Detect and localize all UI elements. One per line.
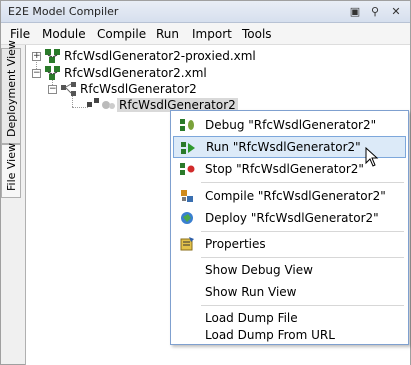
pin-icon[interactable]: ⚲ [368, 5, 382, 19]
menu-item-label: Debug "RfcWsdlGenerator2" [205, 118, 377, 132]
deployment-file-icon [45, 66, 60, 80]
title-bar: E2E Model Compiler ▣ ⚲ ✕ [1, 1, 410, 23]
deploy-icon [181, 212, 193, 224]
tab-file-view[interactable]: File View [1, 142, 21, 198]
menu-item-show-run-view[interactable]: Show Run View [173, 281, 406, 303]
tree-node-label[interactable]: RfcWsdlGenerator2.xml [64, 66, 207, 80]
menu-item-compile[interactable]: Compile "RfcWsdlGenerator2" [173, 185, 406, 207]
mouse-cursor-icon [365, 147, 379, 167]
restore-icon[interactable]: ▣ [348, 5, 362, 19]
properties-icon [180, 237, 194, 251]
menu-separator [201, 257, 404, 258]
debug-icon [180, 119, 194, 131]
expand-icon[interactable]: + [32, 52, 41, 61]
collapse-icon[interactable]: − [32, 69, 41, 78]
menu-item-label: Show Run View [205, 285, 297, 299]
menu-separator [201, 305, 404, 306]
menu-item-properties[interactable]: Properties [173, 233, 406, 255]
stop-icon [180, 163, 195, 175]
menu-item-debug[interactable]: Debug "RfcWsdlGenerator2" [173, 114, 406, 136]
menu-item-label: Properties [205, 237, 266, 251]
compile-icon [181, 190, 193, 202]
close-icon[interactable]: ✕ [389, 5, 403, 19]
tree-node-label[interactable]: RfcWsdlGenerator2 [80, 82, 197, 96]
menu-item-show-debug-view[interactable]: Show Debug View [173, 259, 406, 281]
context-menu: Debug "RfcWsdlGenerator2" Run "RfcWsdlGe… [170, 110, 409, 345]
menu-import[interactable]: Import [192, 27, 232, 41]
tab-deployment-view[interactable]: Deployment View [1, 40, 21, 144]
menu-item-label: Load Dump From URL [205, 328, 335, 342]
window-title: E2E Model Compiler [8, 5, 119, 18]
menu-file[interactable]: File [10, 27, 30, 41]
tab-deployment-view-label: Deployment View [5, 40, 18, 137]
menu-item-deploy[interactable]: Deploy "RfcWsdlGenerator2" [173, 207, 406, 229]
menu-item-label: Deploy "RfcWsdlGenerator2" [205, 211, 379, 225]
menu-compile[interactable]: Compile [97, 27, 146, 41]
menu-item-label: Run "RfcWsdlGenerator2" [206, 140, 361, 154]
collapse-icon[interactable]: − [48, 85, 57, 94]
menu-item-label: Stop "RfcWsdlGenerator2" [205, 162, 364, 176]
menu-separator [201, 182, 404, 183]
app-window: E2E Model Compiler ▣ ⚲ ✕ File Module Com… [0, 0, 411, 365]
menu-tools[interactable]: Tools [242, 27, 272, 41]
module-icon [61, 82, 76, 96]
menu-item-load-dump-from-url[interactable]: Load Dump From URL [173, 323, 406, 345]
menu-item-label: Compile "RfcWsdlGenerator2" [205, 189, 386, 203]
menu-separator [201, 231, 404, 232]
menu-item-label: Show Debug View [205, 263, 313, 277]
tab-file-view-label: File View [5, 142, 18, 191]
menu-run[interactable]: Run [156, 27, 179, 41]
deployment-file-icon [45, 49, 60, 63]
tree-node-label[interactable]: RfcWsdlGenerator2-proxied.xml [64, 49, 256, 63]
menu-bar: File Module Compile Run Import Tools [1, 23, 410, 45]
component-icon [87, 98, 115, 109]
run-icon [181, 142, 195, 154]
menu-module[interactable]: Module [42, 27, 86, 41]
